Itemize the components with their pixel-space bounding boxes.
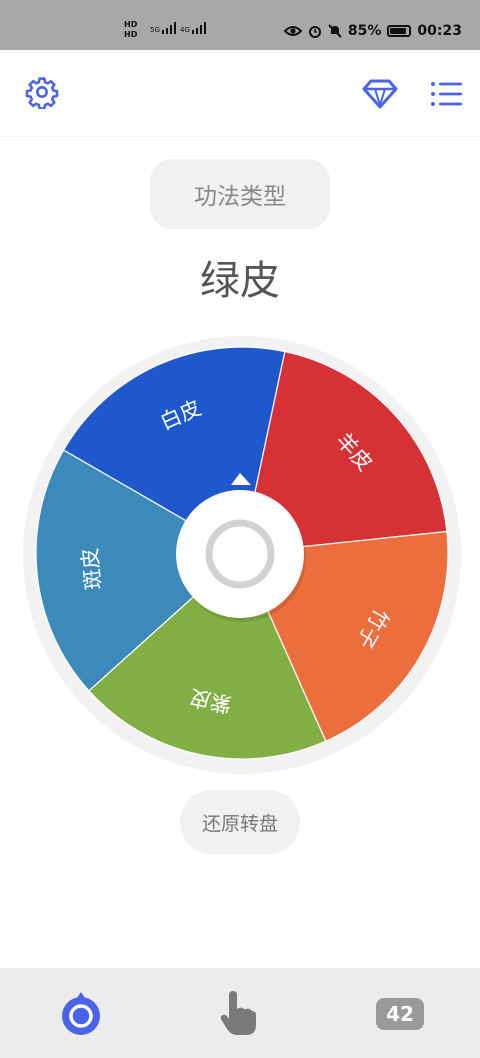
- mute-icon: [328, 24, 342, 38]
- status-right: 85% 00:23: [283, 23, 462, 39]
- signal-5g: 5G: [150, 22, 178, 34]
- spin-wheel[interactable]: 羊皮 竹子 紫皮 斑皮 白皮: [22, 335, 462, 775]
- result-text: 绿皮: [200, 258, 280, 304]
- status-bar: HD HD 5G 4G 85% 00:23: [0, 0, 480, 50]
- hub-button[interactable]: [176, 490, 304, 618]
- wheel-svg[interactable]: 羊皮竹子紫皮斑皮白皮: [22, 335, 462, 775]
- signal-4g: 4G: [180, 22, 208, 34]
- counter-value: 42: [386, 1002, 414, 1026]
- diamond-icon: [362, 79, 398, 109]
- menu-button[interactable]: [426, 74, 466, 114]
- settings-button[interactable]: [22, 72, 62, 112]
- restore-wheel-button[interactable]: 还原转盘: [180, 790, 300, 854]
- list-icon: [431, 82, 462, 106]
- battery-percent: 85%: [347, 23, 382, 39]
- hand-pointer-icon: [220, 991, 256, 1035]
- restore-label: 还原转盘: [201, 812, 278, 835]
- clock: 00:23: [417, 23, 462, 39]
- hd-indicator: HD HD: [124, 20, 138, 39]
- eye-icon: [283, 26, 302, 36]
- counter-badge[interactable]: 42: [376, 998, 424, 1030]
- premium-button[interactable]: [360, 74, 400, 114]
- category-chip[interactable]: 功法类型: [150, 159, 330, 229]
- top-app-bar: [0, 50, 480, 137]
- category-label: 功法类型: [194, 184, 286, 210]
- nav-wheel[interactable]: [58, 990, 104, 1038]
- gear-icon: [25, 77, 59, 109]
- wheel-segment-label: 斑皮: [78, 547, 106, 591]
- battery-icon: [387, 25, 412, 37]
- nav-tap[interactable]: [216, 990, 262, 1038]
- wheel-icon: [62, 992, 100, 1035]
- alarm-icon: [308, 26, 321, 38]
